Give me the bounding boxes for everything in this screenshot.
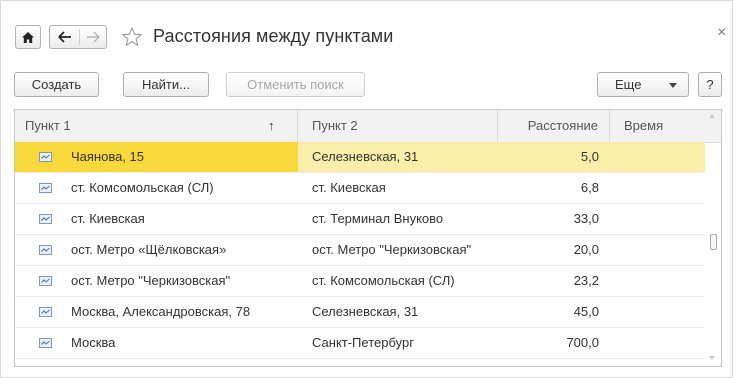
column-header-point-1[interactable]: Пункт 1 ↑ xyxy=(15,110,298,142)
cell-point-1-text: Москва, Александровская, 78 xyxy=(71,304,251,319)
cell-point-2: ст. Киевская xyxy=(312,180,386,195)
toolbar: Создать Найти... Отменить поиск Еще ? xyxy=(14,72,722,98)
more-button-label: Еще xyxy=(615,77,642,92)
title-bar: Расстояния между пунктами xyxy=(15,25,720,51)
cell-point-1: ст. Комсомольская (СЛ) xyxy=(15,173,298,203)
table-row[interactable]: Москва Санкт-Петербург 700,0 xyxy=(15,328,705,359)
catalog-item-icon xyxy=(39,338,52,348)
cell-point-2: ст. Терминал Внуково xyxy=(312,211,444,226)
cell-point-2: Селезневская, 31 xyxy=(312,304,419,319)
vertical-scrollbar[interactable] xyxy=(705,114,721,366)
cell-time xyxy=(610,235,705,265)
table-row[interactable]: Чаянова, 15 Селезневская, 31 5,0 xyxy=(15,142,705,173)
nav-separator xyxy=(79,29,80,45)
distances-table: Пункт 1 ↑ Пункт 2 Расстояние Время Чаяно… xyxy=(14,109,722,367)
catalog-item-icon xyxy=(39,214,52,224)
cell-point-2: ост. Метро "Черкизовская" xyxy=(312,242,472,257)
window-title: Расстояния между пунктами xyxy=(153,26,394,46)
home-button[interactable] xyxy=(15,25,41,49)
table-row[interactable]: Москва, Александровская, 78 Селезневская,… xyxy=(15,297,705,328)
find-button[interactable]: Найти... xyxy=(123,72,209,97)
column-header-label: Пункт 1 xyxy=(25,118,71,133)
cell-point-1-text: Чаянова, 15 xyxy=(71,149,145,164)
cell-point-1-text: Москва xyxy=(71,335,116,350)
cell-distance: 20,0 xyxy=(573,242,599,257)
cell-distance: 33,0 xyxy=(573,211,599,226)
cancel-search-button[interactable]: Отменить поиск xyxy=(226,72,365,97)
catalog-item-icon xyxy=(39,307,52,317)
cell-distance: 6,8 xyxy=(580,180,599,195)
star-outline-icon[interactable] xyxy=(121,26,143,48)
cell-point-1: Москва, Александровская, 78 xyxy=(15,297,298,327)
cell-point-1: ост. Метро "Черкизовская" xyxy=(15,266,298,296)
catalog-item-icon xyxy=(39,276,52,286)
cell-point-1-text: ст. Киевская xyxy=(71,211,145,226)
cell-time xyxy=(610,204,705,234)
home-icon xyxy=(22,32,34,43)
scroll-up-icon[interactable] xyxy=(709,114,715,118)
cell-point-1: Москва xyxy=(15,328,298,358)
cell-point-2: Санкт-Петербург xyxy=(312,335,414,350)
cell-point-2: ст. Комсомольская (СЛ) xyxy=(312,273,455,288)
cell-distance: 5,0 xyxy=(580,149,599,164)
catalog-item-icon xyxy=(39,245,52,255)
column-header-distance[interactable]: Расстояние xyxy=(498,110,610,142)
table-row[interactable]: ст. Комсомольская (СЛ) ст. Киевская 6,8 xyxy=(15,173,705,204)
more-button[interactable]: Еще xyxy=(597,72,689,97)
cell-time xyxy=(610,328,705,358)
arrow-right-icon[interactable] xyxy=(86,31,100,43)
column-header-point-2[interactable]: Пункт 2 xyxy=(298,110,498,142)
cell-time xyxy=(610,142,705,172)
help-button[interactable]: ? xyxy=(698,72,722,97)
table-row[interactable]: ст. Киевская ст. Терминал Внуково 33,0 xyxy=(15,204,705,235)
sort-ascending-icon: ↑ xyxy=(268,118,275,133)
scrollbar-thumb[interactable] xyxy=(710,234,717,250)
cell-point-1: ост. Метро «Щёлковская» xyxy=(15,235,298,265)
catalog-item-icon xyxy=(39,183,52,193)
column-header-time[interactable]: Время xyxy=(610,110,705,142)
cell-time xyxy=(610,266,705,296)
close-icon[interactable]: × xyxy=(717,25,726,41)
table-row[interactable]: ост. Метро «Щёлковская» ост. Метро "Черки… xyxy=(15,235,705,266)
distances-window: Расстояния между пунктами × Создать Найт… xyxy=(0,0,733,378)
catalog-item-icon xyxy=(39,152,52,162)
cell-distance: 45,0 xyxy=(573,304,599,319)
cell-distance: 700,0 xyxy=(566,335,599,350)
cell-time xyxy=(610,297,705,327)
cell-point-1-text: ст. Комсомольская (СЛ) xyxy=(71,180,214,195)
create-button[interactable]: Создать xyxy=(14,72,99,97)
scroll-down-icon[interactable] xyxy=(709,356,715,360)
table-row[interactable]: ост. Метро "Черкизовская" ст. Комсомольск… xyxy=(15,266,705,297)
cell-point-1: ст. Киевская xyxy=(15,204,298,234)
cell-point-1: Чаянова, 15 xyxy=(15,142,298,172)
cell-point-1-text: ост. Метро "Черкизовская" xyxy=(71,273,231,288)
cell-time xyxy=(610,173,705,203)
arrow-left-icon[interactable] xyxy=(58,31,72,43)
cell-distance: 23,2 xyxy=(573,273,599,288)
back-forward-group xyxy=(49,25,107,49)
chevron-down-icon xyxy=(669,83,677,88)
table-header: Пункт 1 ↑ Пункт 2 Расстояние Время xyxy=(15,110,721,143)
cell-point-1-text: ост. Метро «Щёлковская» xyxy=(71,242,227,257)
cell-point-2: Селезневская, 31 xyxy=(312,149,419,164)
